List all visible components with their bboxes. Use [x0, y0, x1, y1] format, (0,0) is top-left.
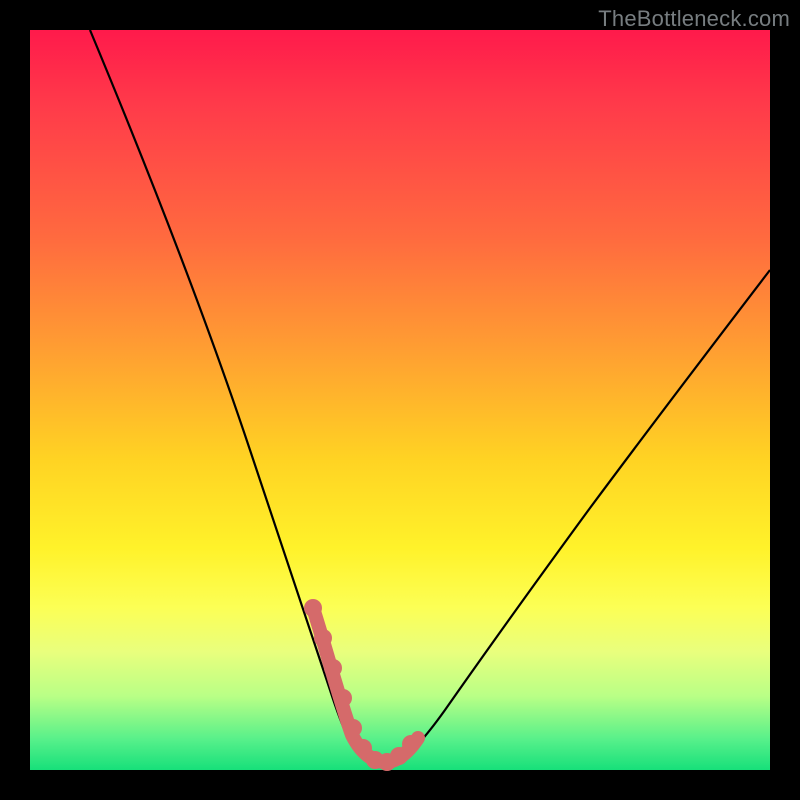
primary-curve — [90, 30, 770, 765]
plot-area — [30, 30, 770, 770]
chart-frame: TheBottleneck.com — [0, 0, 800, 800]
curve-layer — [30, 30, 770, 770]
watermark-text: TheBottleneck.com — [598, 6, 790, 32]
